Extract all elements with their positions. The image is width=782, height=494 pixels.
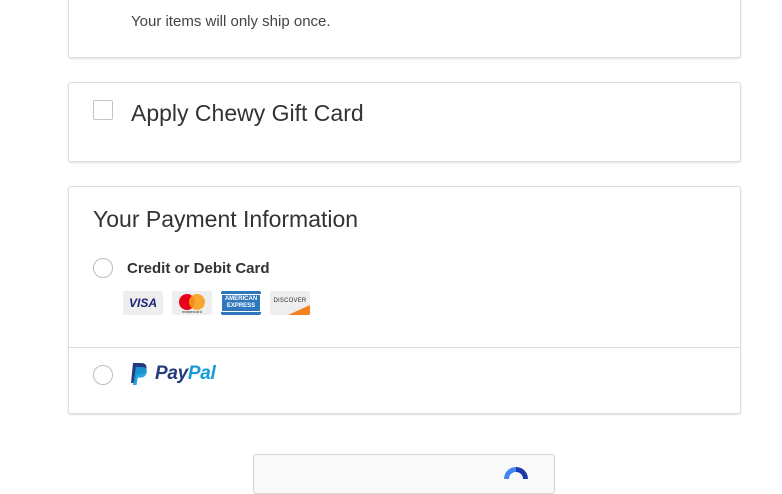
paypal-icon bbox=[131, 363, 147, 385]
paypal-radio[interactable] bbox=[93, 365, 113, 385]
recaptcha-widget[interactable] bbox=[253, 454, 555, 494]
mastercard-icon: mastercard bbox=[172, 291, 212, 315]
payment-panel: Your Payment Information Credit or Debit… bbox=[68, 186, 741, 414]
credit-card-label[interactable]: Credit or Debit Card bbox=[127, 260, 270, 277]
shipping-note: Your items will only ship once. bbox=[131, 13, 331, 30]
card-logos: VISA mastercard AMERICAN EXPRESS DISCOVE… bbox=[123, 291, 310, 315]
recaptcha-icon bbox=[504, 467, 528, 479]
gift-card-checkbox[interactable] bbox=[93, 100, 113, 120]
discover-icon: DISCOVER bbox=[270, 291, 310, 315]
gift-card-label[interactable]: Apply Chewy Gift Card bbox=[131, 100, 364, 127]
paypal-wordmark: PayPal bbox=[155, 363, 216, 384]
discover-logo-text: DISCOVER bbox=[273, 298, 307, 304]
gift-card-panel: Apply Chewy Gift Card bbox=[68, 82, 741, 162]
paypal-logo[interactable]: PayPal bbox=[129, 362, 216, 386]
visa-logo-text: VISA bbox=[128, 296, 157, 310]
mastercard-logo-text: mastercard bbox=[181, 309, 202, 314]
payment-divider bbox=[69, 347, 740, 348]
mastercard-circles bbox=[179, 294, 205, 310]
visa-icon: VISA bbox=[123, 291, 163, 315]
payment-title: Your Payment Information bbox=[93, 206, 359, 232]
credit-card-radio[interactable] bbox=[93, 258, 113, 278]
shipping-panel: Your items will only ship once. bbox=[68, 0, 741, 58]
amex-logo-text: AMERICAN EXPRESS bbox=[221, 294, 261, 312]
amex-icon: AMERICAN EXPRESS bbox=[221, 291, 261, 315]
